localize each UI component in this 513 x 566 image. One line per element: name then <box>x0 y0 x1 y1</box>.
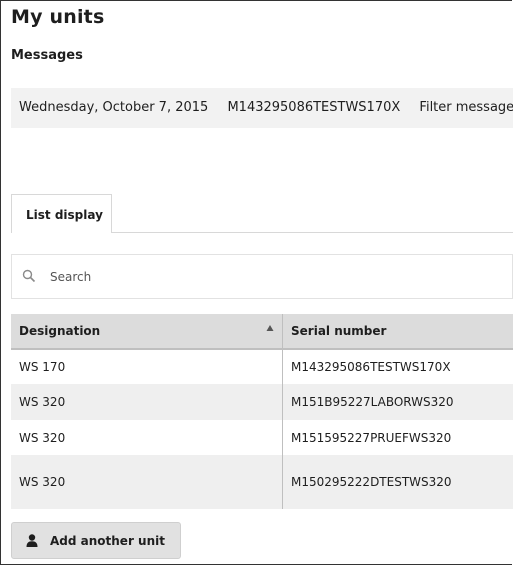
message-filter-link[interactable]: Filter message, unit <box>404 88 513 128</box>
cell-serial: M150295222DTESTWS320 <box>282 455 513 509</box>
table-row[interactable]: WS 320 M150295222DTESTWS320 <box>11 455 513 509</box>
table-row[interactable]: WS 320 M151B95227LABORWS320 <box>11 384 513 420</box>
add-another-unit-button[interactable]: Add another unit <box>11 522 181 559</box>
column-header-label: Designation <box>19 324 101 338</box>
table-row[interactable]: WS 320 M151595227PRUEFWS320 <box>11 420 513 455</box>
tab-list-display[interactable]: List display <box>11 194 112 233</box>
message-bar[interactable]: Wednesday, October 7, 2015 M143295086TES… <box>11 88 513 128</box>
units-table: Designation Serial number WS 170 M143295… <box>11 314 513 509</box>
cell-designation: WS 320 <box>11 384 283 420</box>
column-header-designation[interactable]: Designation <box>11 314 283 348</box>
cell-designation: WS 170 <box>11 350 283 384</box>
cell-designation: WS 320 <box>11 455 283 509</box>
message-date: Wednesday, October 7, 2015 <box>19 100 209 115</box>
add-button-label: Add another unit <box>50 533 165 548</box>
message-serial: M143295086TESTWS170X <box>227 100 401 115</box>
search-placeholder: Search <box>50 270 92 284</box>
table-header: Designation Serial number <box>11 314 513 348</box>
page-title: My units <box>11 6 105 28</box>
table-row[interactable]: WS 170 M143295086TESTWS170X <box>11 350 513 384</box>
search-icon <box>22 269 36 283</box>
user-icon <box>26 534 38 547</box>
cell-serial: M143295086TESTWS170X <box>282 350 513 384</box>
cell-serial: M151B95227LABORWS320 <box>282 384 513 420</box>
cell-serial: M151595227PRUEFWS320 <box>282 420 513 455</box>
cell-designation: WS 320 <box>11 420 283 455</box>
messages-heading: Messages <box>11 48 83 63</box>
column-header-label: Serial number <box>291 324 387 338</box>
column-header-serial-number[interactable]: Serial number <box>283 314 513 348</box>
search-input[interactable]: Search <box>11 254 513 299</box>
sort-asc-icon[interactable] <box>266 324 274 332</box>
